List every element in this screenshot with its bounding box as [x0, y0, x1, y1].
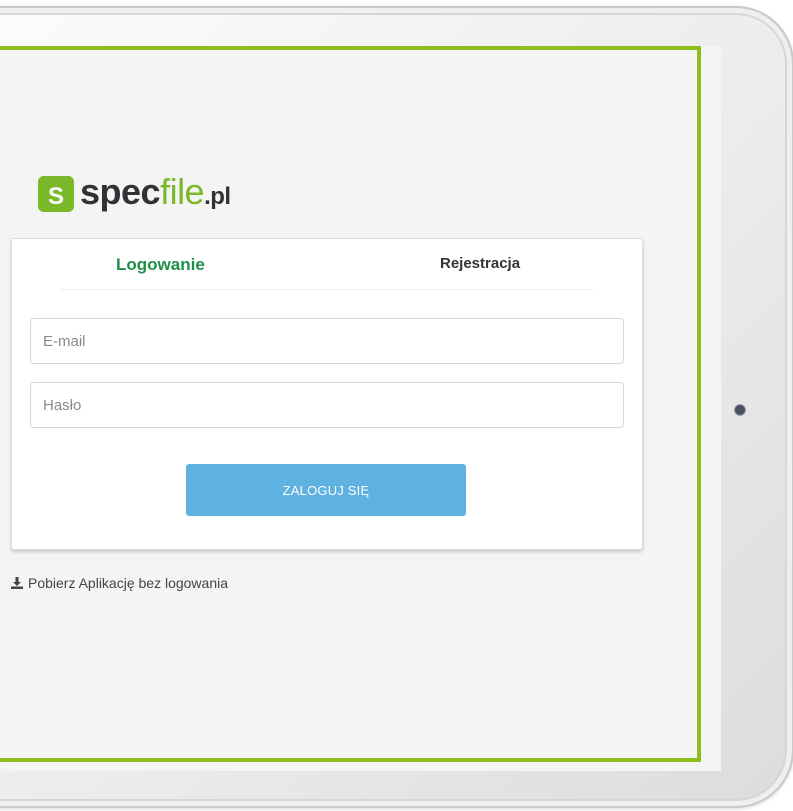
logo-wordmark: specfile.pl — [80, 170, 231, 219]
download-icon — [11, 577, 23, 589]
camera-icon — [735, 405, 745, 415]
tab-login[interactable]: Logowanie — [116, 255, 205, 275]
email-field[interactable] — [30, 318, 624, 364]
tab-register[interactable]: Rejestracja — [440, 255, 520, 272]
download-app-label: Pobierz Aplikację bez logowania — [28, 575, 229, 591]
svg-text:S: S — [48, 183, 64, 210]
login-button[interactable]: ZALOGUJ SIĘ — [186, 464, 466, 516]
logo-text-spec: spec — [80, 170, 161, 212]
tablet-scene: S specfile.pl Logowanie Rejestracja ZALO… — [0, 0, 793, 811]
download-app-link[interactable]: Pobierz Aplikację bez logowania — [11, 575, 228, 591]
logo-text-tld: .pl — [204, 182, 231, 210]
shopping-bag-logo-icon: S — [38, 176, 74, 212]
logo-text-file: file — [160, 170, 205, 212]
auth-tabs: Logowanie Rejestracja — [60, 239, 594, 290]
login-card: Logowanie Rejestracja ZALOGUJ SIĘ — [11, 238, 643, 550]
password-field[interactable] — [30, 382, 624, 428]
specfile-logo: S specfile.pl — [38, 170, 231, 219]
